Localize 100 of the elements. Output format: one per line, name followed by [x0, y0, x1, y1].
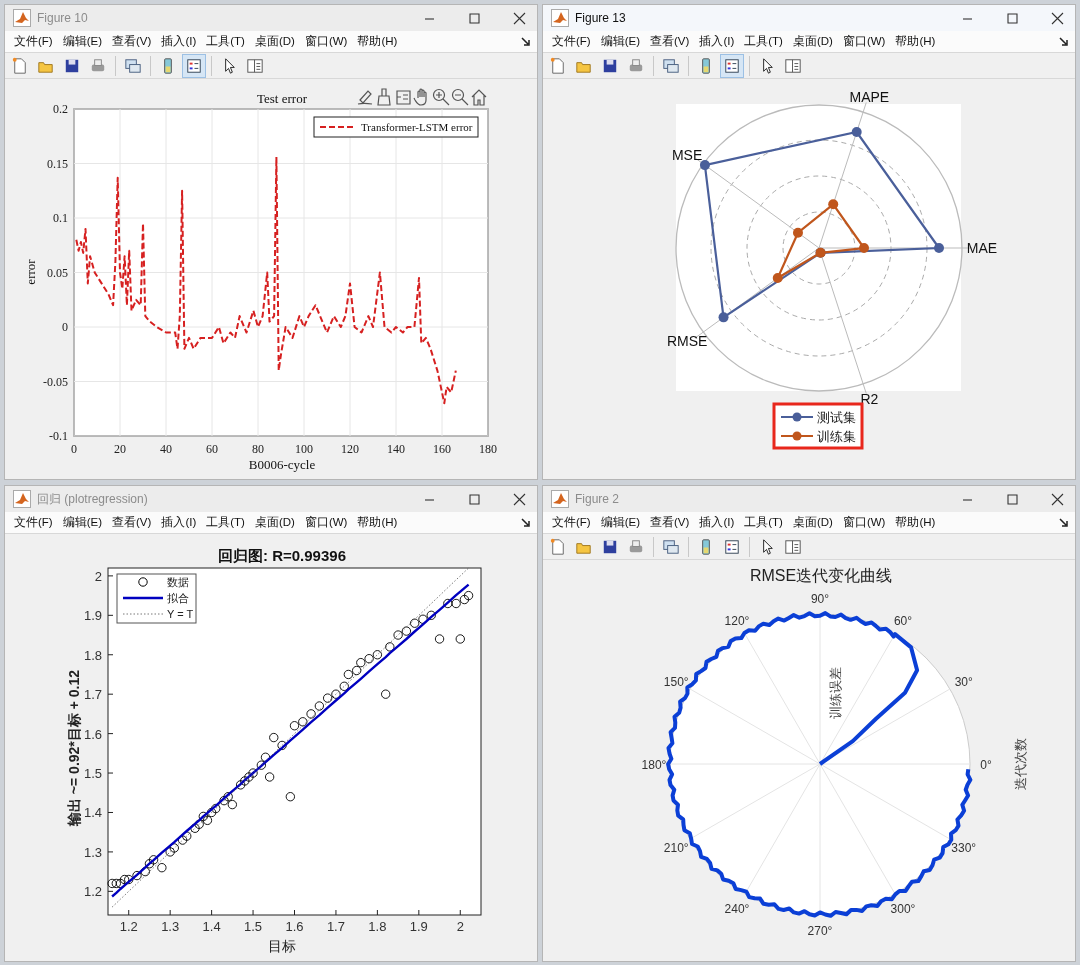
data-point	[140, 866, 150, 877]
data-point	[418, 614, 428, 624]
data-point	[219, 796, 229, 806]
chart-title: Test error	[257, 91, 307, 106]
menu-item[interactable]: 帮助(H)	[352, 34, 403, 49]
menu-item[interactable]: 插入(I)	[694, 515, 740, 530]
home-icon[interactable]	[471, 89, 487, 106]
menu-item[interactable]: 文件(F)	[547, 515, 596, 530]
tick-label: 2	[456, 919, 464, 934]
tick-label: 0.2	[53, 102, 68, 116]
legend-label: Transformer-LSTM error	[361, 121, 473, 133]
axis-label: R2	[860, 391, 879, 408]
data-point	[206, 807, 217, 818]
data-point	[265, 772, 275, 782]
menu-item[interactable]: 查看(V)	[107, 515, 157, 530]
legend-label: 测试集	[817, 410, 856, 425]
brush-icon[interactable]	[377, 88, 391, 106]
axis-label: MAE	[966, 240, 998, 256]
dock-arrow-icon[interactable]	[1059, 517, 1069, 528]
menu-item[interactable]: 插入(I)	[694, 34, 740, 49]
tick-label: 0.15	[47, 156, 68, 171]
axis-label: error	[23, 259, 38, 285]
data-point	[269, 732, 279, 743]
tick-label: 2	[94, 568, 102, 584]
menu-item[interactable]: 查看(V)	[645, 34, 695, 49]
menu-item[interactable]: 帮助(H)	[352, 515, 403, 530]
peak-icon	[551, 9, 569, 27]
axis-label: MAPE	[849, 88, 890, 105]
tick-label: 20	[114, 442, 126, 456]
data-point	[314, 701, 324, 711]
peak-icon	[13, 9, 31, 27]
menu-item[interactable]: 编辑(E)	[57, 34, 108, 49]
data-point	[240, 776, 250, 786]
menu-item[interactable]: 窗口(W)	[837, 515, 891, 530]
data-point	[463, 590, 474, 601]
data-point	[393, 630, 403, 640]
legend-line-sample	[319, 126, 356, 128]
legend-icon[interactable]	[182, 53, 206, 78]
data-point	[277, 740, 287, 751]
window-title: Figure 13	[575, 11, 626, 25]
menu-item[interactable]: 工具(T)	[201, 34, 250, 49]
data-tip-icon[interactable]	[396, 90, 411, 105]
data-point	[343, 669, 354, 680]
data-point	[306, 709, 316, 719]
tick-label: 60	[206, 442, 218, 456]
data-marker	[699, 160, 710, 171]
menu-item[interactable]: 窗口(W)	[299, 515, 353, 530]
zoom-in-icon[interactable]	[432, 88, 450, 106]
menu-item[interactable]: 查看(V)	[107, 34, 157, 49]
dock-arrow-icon[interactable]	[521, 36, 531, 47]
pan-icon[interactable]	[413, 88, 427, 106]
data-point	[285, 792, 295, 802]
dock-arrow-icon[interactable]	[521, 517, 531, 528]
tick-label: 1.3	[83, 844, 102, 860]
menu-item[interactable]: 工具(T)	[739, 34, 788, 49]
menu-item[interactable]: 桌面(D)	[249, 515, 300, 530]
menu-item[interactable]: 帮助(H)	[890, 34, 941, 49]
legend-icon[interactable]	[720, 53, 744, 78]
menu-item[interactable]: 查看(V)	[645, 515, 695, 530]
dock-arrow-icon[interactable]	[1059, 36, 1069, 47]
menu-item[interactable]: 编辑(E)	[595, 515, 646, 530]
data-point	[331, 689, 341, 699]
menu-item[interactable]: 文件(F)	[547, 34, 596, 49]
axis-label: 迭代次数	[1013, 738, 1028, 790]
tick-label: 120	[341, 442, 359, 456]
tick-label: 1.2	[119, 919, 138, 934]
menu-item[interactable]: 插入(I)	[156, 515, 202, 530]
tick-label: 1.2	[83, 884, 102, 900]
data-marker	[718, 312, 729, 323]
menu-item[interactable]: 编辑(E)	[595, 34, 646, 49]
data-point	[198, 811, 208, 822]
menu-item[interactable]: 编辑(E)	[57, 515, 108, 530]
tick-label: 1.8	[368, 919, 387, 934]
data-marker	[934, 243, 944, 253]
menu-item[interactable]: 桌面(D)	[787, 515, 838, 530]
data-point	[401, 626, 412, 636]
data-point	[410, 618, 420, 628]
chart-title: RMSE迭代变化曲线	[749, 567, 893, 584]
data-point	[352, 665, 362, 676]
menu-item[interactable]: 窗口(W)	[299, 34, 353, 49]
tick-label: 1.3	[161, 919, 180, 934]
menu-item[interactable]: 帮助(H)	[890, 515, 941, 530]
angle-label: 120°	[724, 614, 750, 629]
pen-icon[interactable]	[357, 90, 373, 105]
menu-item[interactable]: 工具(T)	[739, 515, 788, 530]
axis-label: 输出 ~= 0.92*目标 + 0.12	[66, 670, 82, 826]
menu-item[interactable]: 插入(I)	[156, 34, 202, 49]
tick-label: 0.1	[53, 211, 68, 225]
menu-item[interactable]: 工具(T)	[201, 515, 250, 530]
menu-item[interactable]: 桌面(D)	[249, 34, 300, 49]
menu-item[interactable]: 文件(F)	[9, 515, 58, 530]
axis-label: B0006-cycle	[248, 457, 316, 472]
data-point	[182, 831, 192, 841]
data-point	[455, 634, 465, 644]
zoom-out-icon[interactable]	[451, 88, 469, 106]
angle-label: 210°	[663, 841, 689, 855]
menu-item[interactable]: 窗口(W)	[837, 34, 891, 49]
menu-item[interactable]: 文件(F)	[9, 34, 58, 49]
data-point	[144, 859, 155, 869]
menu-item[interactable]: 桌面(D)	[787, 34, 838, 49]
